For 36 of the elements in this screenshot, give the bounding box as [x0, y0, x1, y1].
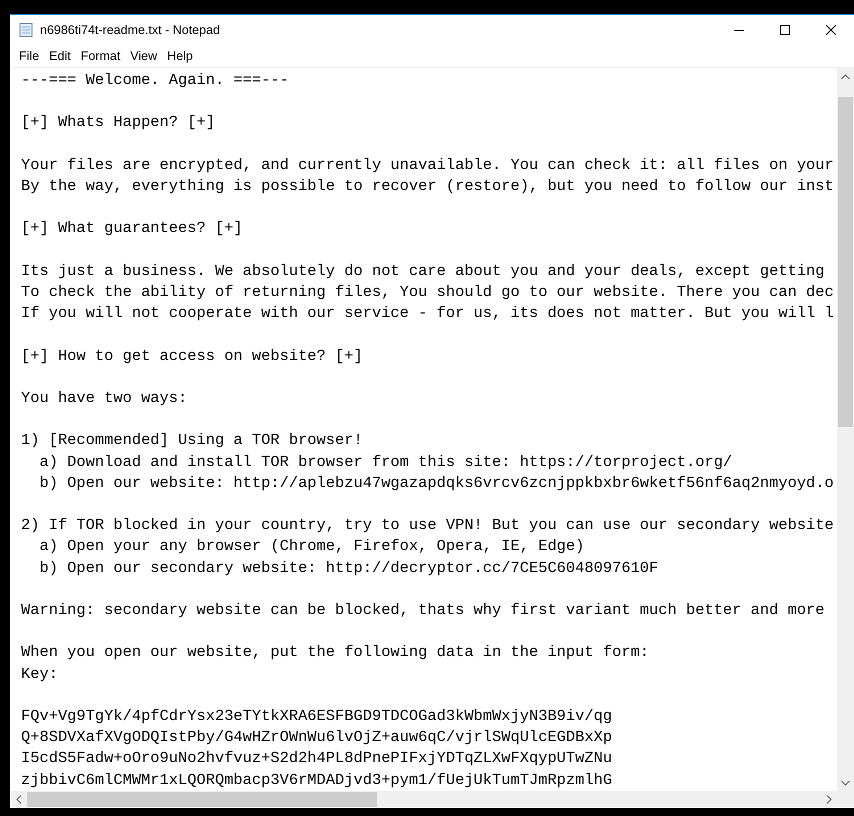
- text-line: I5cdS5Fadw+oOro9uNo2hvfvuz+S2d2h4PL8dPnePIFxjYDTqZLXwFXqypUTwZNu: [21, 748, 612, 770]
- menu-item[interactable]: Help: [162, 49, 198, 63]
- text-line: Warning: secondary website can be blocked, thats why first variant much better and more: [21, 600, 825, 621]
- text-line: Your files are encrypted, and currently unavailable. You can check it: all files on your: [21, 154, 834, 176]
- text-line: By the way, everything is possible to recover (restore), but you need to follow our inst: [21, 176, 834, 197]
- text-line: 1) [Recommended] Using a TOR browser!: [21, 430, 363, 452]
- text-line: Q+8SDVXafXVgODQIstPby/G4wHZrOWnWu6lvOjZ+auw6qC/vjrlSWqUlcEGDBxXp: [21, 727, 612, 748]
- text-line: b) Open our website: http://aplebzu47wgazapdqks6vrcv6zcnjppkbxbr6wketf56nf6aq2nmyoyd.o: [38, 472, 834, 494]
- text-line: [+] How to get access on website? [+]: [21, 346, 363, 367]
- text-line: When you open our website, put the following data in the input form:: [21, 642, 650, 664]
- text-line: 2) If TOR blocked in your country, try to use VPN! But you can use our secondary website: [21, 515, 834, 536]
- text-line: b) Open our secondary website: http://decryptor.cc/7CE5C6048097610F: [38, 558, 658, 579]
- text-line: If you will not cooperate with our service - for us, its does not matter. But you will l: [21, 303, 834, 324]
- horizontal-scrollbar[interactable]: [10, 791, 837, 808]
- notepad-icon: [18, 22, 34, 38]
- text-line: You have two ways:: [21, 388, 188, 409]
- text-line: ---=== Welcome. Again. ===---: [21, 70, 289, 91]
- maximize-icon: [780, 25, 790, 35]
- text-line: a) Open your any browser (Chrome, Firefox, Opera, IE, Edge): [38, 536, 584, 558]
- text-line: [+] What guarantees? [+]: [21, 218, 243, 240]
- menu-item[interactable]: View: [125, 49, 162, 63]
- menu-item[interactable]: Edit: [44, 49, 76, 63]
- vertical-scrollbar[interactable]: [837, 68, 854, 791]
- scroll-thumb[interactable]: [27, 792, 377, 807]
- text-line: [+] Whats Happen? [+]: [21, 112, 215, 134]
- menu-item[interactable]: Format: [76, 49, 126, 63]
- text-line: Key:: [21, 664, 58, 685]
- text-line: zjbbivC6mlCMWMr1xLQORQmbacp3V6rMDADjvd3+pym1/fUejUkTumTJmRpzmlhG: [21, 770, 612, 791]
- text-line: To check the ability of returning files, You should go to our website. There you can dec: [21, 282, 834, 303]
- close-icon: [826, 25, 836, 35]
- text-line: Its just a business. We absolutely do not care about you and your deals, except getting: [21, 260, 825, 282]
- text-line: a) Download and install TOR browser from this site: https://torproject.org/: [38, 452, 732, 473]
- text-line: FQv+Vg9TgYk/4pfCdrYsx23eTYtkXRA6ESFBGD9TDCOGad3kWbmWxjyN3B9iv/qg: [21, 706, 612, 727]
- scroll-thumb[interactable]: [838, 97, 853, 427]
- menu-item[interactable]: File: [14, 49, 44, 63]
- window-title: n6986ti74t-readme.txt - Notepad: [40, 23, 221, 37]
